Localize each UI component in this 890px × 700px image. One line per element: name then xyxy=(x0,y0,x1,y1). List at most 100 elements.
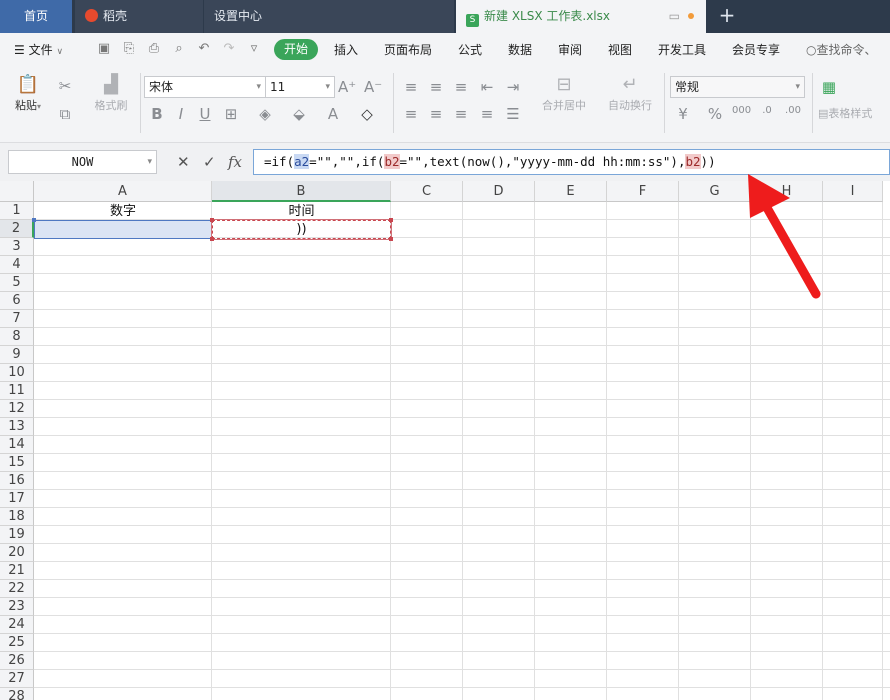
decrease-decimal-icon[interactable]: .00 xyxy=(784,105,802,116)
menu-view[interactable]: 视图 xyxy=(608,41,632,58)
row-header-19[interactable]: 19 xyxy=(0,526,34,544)
row-header-14[interactable]: 14 xyxy=(0,436,34,454)
row-header-15[interactable]: 15 xyxy=(0,454,34,472)
indent-decrease-icon[interactable]: ⇤ xyxy=(478,78,496,96)
column-header-d[interactable]: D xyxy=(463,181,535,202)
row-header-16[interactable]: 16 xyxy=(0,472,34,490)
row-header-10[interactable]: 10 xyxy=(0,364,34,382)
column-header-e[interactable]: E xyxy=(535,181,607,202)
row-header-21[interactable]: 21 xyxy=(0,562,34,580)
highlight-icon[interactable]: ⬙ xyxy=(290,105,308,123)
row-header-2[interactable]: 2 xyxy=(0,220,34,238)
align-bottom-icon[interactable]: ≡ xyxy=(452,78,470,96)
save-icon[interactable]: ▣ xyxy=(97,42,111,56)
menu-page-layout[interactable]: 页面布局 xyxy=(384,41,432,58)
menu-developer[interactable]: 开发工具 xyxy=(658,41,706,58)
file-menu[interactable]: ☰ 文件 ∨ xyxy=(14,41,63,58)
decrease-font-icon[interactable]: A⁻ xyxy=(364,78,382,96)
cut-icon[interactable]: ✂ xyxy=(56,77,74,95)
select-all-corner[interactable] xyxy=(0,181,34,202)
column-header-c[interactable]: C xyxy=(391,181,463,202)
undo-icon[interactable]: ↶ xyxy=(197,42,211,56)
row-header-3[interactable]: 3 xyxy=(0,238,34,256)
indent-increase-icon[interactable]: ⇥ xyxy=(504,78,522,96)
fx-icon[interactable]: fx xyxy=(228,153,242,171)
increase-decimal-icon[interactable]: .0 xyxy=(758,105,776,116)
row-header-17[interactable]: 17 xyxy=(0,490,34,508)
row-header-25[interactable]: 25 xyxy=(0,634,34,652)
font-size-select[interactable]: 11 ▾ xyxy=(265,76,335,98)
row-header-26[interactable]: 26 xyxy=(0,652,34,670)
cell-a2[interactable] xyxy=(34,220,212,239)
conditional-format-icon[interactable]: ▦ xyxy=(820,78,838,96)
thousands-icon[interactable]: 000 xyxy=(732,105,751,116)
align-top-icon[interactable]: ≡ xyxy=(402,78,420,96)
currency-icon[interactable]: ¥ xyxy=(674,105,692,123)
print-icon[interactable]: ⎙ xyxy=(147,42,161,56)
row-header-28[interactable]: 28 xyxy=(0,688,34,700)
row-header-24[interactable]: 24 xyxy=(0,616,34,634)
print-preview-icon[interactable]: ⌕ xyxy=(172,42,186,56)
row-header-8[interactable]: 8 xyxy=(0,328,34,346)
row-header-13[interactable]: 13 xyxy=(0,418,34,436)
row-header-18[interactable]: 18 xyxy=(0,508,34,526)
column-header-f[interactable]: F xyxy=(607,181,679,202)
name-box[interactable]: NOW ▾ xyxy=(8,150,157,174)
table-style-button[interactable]: ▤表格样式 xyxy=(818,105,890,121)
command-search[interactable]: ○查找命令、 xyxy=(806,41,877,58)
paste-button[interactable]: 📋 粘贴▾ xyxy=(10,73,46,113)
row-header-9[interactable]: 9 xyxy=(0,346,34,364)
eraser-icon[interactable]: ◇ xyxy=(358,105,376,123)
start-tab[interactable]: 开始 xyxy=(274,39,318,60)
bold-icon[interactable]: B xyxy=(148,105,166,123)
wrap-text-button[interactable]: ↵ 自动换行 xyxy=(602,73,658,113)
confirm-icon[interactable]: ✓ xyxy=(203,153,216,171)
column-header-b[interactable]: B xyxy=(212,181,391,202)
border-icon[interactable]: ⊞ xyxy=(222,105,240,123)
row-header-22[interactable]: 22 xyxy=(0,580,34,598)
column-header-a[interactable]: A xyxy=(34,181,212,202)
merge-center-button[interactable]: ⊟ 合并居中 xyxy=(534,73,594,113)
monitor-icon[interactable]: ▭ xyxy=(669,9,680,23)
row-header-11[interactable]: 11 xyxy=(0,382,34,400)
tab-daoke[interactable]: 稻壳 xyxy=(75,0,203,33)
font-name-select[interactable]: 宋体 ▾ xyxy=(144,76,266,98)
column-header-i[interactable]: I xyxy=(823,181,883,202)
row-header-12[interactable]: 12 xyxy=(0,400,34,418)
percent-icon[interactable]: % xyxy=(706,105,724,123)
cell-a1[interactable]: 数字 xyxy=(34,203,212,221)
tab-home[interactable]: 首页 xyxy=(0,0,72,33)
fill-color-icon[interactable]: ◈ xyxy=(256,105,274,123)
menu-insert[interactable]: 插入 xyxy=(334,41,358,58)
row-header-27[interactable]: 27 xyxy=(0,670,34,688)
increase-font-icon[interactable]: A⁺ xyxy=(338,78,356,96)
italic-icon[interactable]: I xyxy=(172,105,190,123)
row-header-7[interactable]: 7 xyxy=(0,310,34,328)
align-center-icon[interactable]: ≡ xyxy=(427,105,445,123)
row-header-20[interactable]: 20 xyxy=(0,544,34,562)
align-middle-icon[interactable]: ≡ xyxy=(427,78,445,96)
distributed-icon[interactable]: ☰ xyxy=(504,105,522,123)
justify-icon[interactable]: ≡ xyxy=(478,105,496,123)
cell-b1[interactable]: 时间 xyxy=(212,203,391,221)
align-left-icon[interactable]: ≡ xyxy=(402,105,420,123)
menu-member[interactable]: 会员专享 xyxy=(732,41,780,58)
row-header-5[interactable]: 5 xyxy=(0,274,34,292)
redo-icon[interactable]: ↷ xyxy=(222,42,236,56)
number-format-select[interactable]: 常规 ▾ xyxy=(670,76,805,98)
menu-formulas[interactable]: 公式 xyxy=(458,41,482,58)
underline-icon[interactable]: U xyxy=(196,105,214,123)
customize-icon[interactable]: ▿ xyxy=(247,42,261,56)
new-tab-button[interactable]: + xyxy=(716,0,738,33)
align-right-icon[interactable]: ≡ xyxy=(452,105,470,123)
cancel-icon[interactable]: ✕ xyxy=(177,153,190,171)
font-color-icon[interactable]: A xyxy=(324,105,342,123)
menu-data[interactable]: 数据 xyxy=(508,41,532,58)
format-painter-button[interactable]: ▟ 格式刷 xyxy=(90,73,132,113)
row-header-23[interactable]: 23 xyxy=(0,598,34,616)
row-header-6[interactable]: 6 xyxy=(0,292,34,310)
export-icon[interactable]: ⎘ xyxy=(122,42,136,56)
menu-review[interactable]: 审阅 xyxy=(558,41,582,58)
tab-workbook[interactable]: S 新建 XLSX 工作表.xlsx ▭ xyxy=(456,0,706,33)
tab-settings[interactable]: 设置中心 xyxy=(204,0,454,33)
